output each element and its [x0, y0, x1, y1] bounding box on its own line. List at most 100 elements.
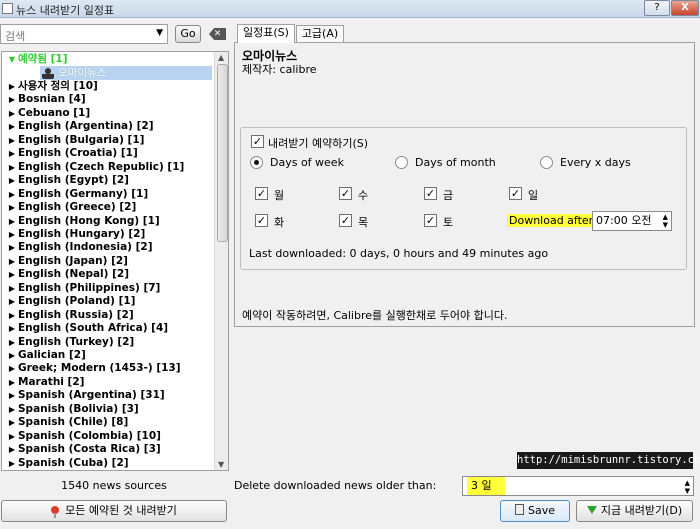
- expand-right-icon[interactable]: ▶: [6, 93, 18, 106]
- radio-days-of-month-label: Days of month: [415, 156, 496, 169]
- tree-item[interactable]: ▶ English (Japan) [2]: [2, 255, 128, 268]
- tree-group-scheduled[interactable]: ▼ 예약됨 [1]: [2, 53, 68, 66]
- expand-right-icon[interactable]: ▶: [6, 309, 18, 322]
- tree-item[interactable]: ▶ Greek; Modern (1453-) [13]: [2, 362, 181, 375]
- tree-item[interactable]: ▶ Bosnian [4]: [2, 93, 86, 106]
- checkbox-fri[interactable]: ✓: [424, 187, 437, 200]
- expand-right-icon[interactable]: ▶: [6, 295, 18, 308]
- delete-older-spinbox[interactable]: 3 일 ▲ ▼: [462, 476, 694, 496]
- expand-right-icon[interactable]: ▶: [6, 403, 18, 416]
- tree-item[interactable]: ▶ English (Indonesia) [2]: [2, 241, 153, 254]
- expand-down-icon[interactable]: ▼: [6, 53, 18, 66]
- search-input[interactable]: 검색 ▼: [0, 24, 168, 44]
- scroll-up-icon[interactable]: ▲: [218, 53, 224, 62]
- tree-item[interactable]: ▶ Marathi [2]: [2, 376, 85, 389]
- expand-right-icon[interactable]: ▶: [6, 215, 18, 228]
- expand-right-icon[interactable]: ▶: [6, 336, 18, 349]
- tree-item[interactable]: ▶ English (Hong Kong) [1]: [2, 215, 160, 228]
- expand-right-icon[interactable]: ▶: [6, 174, 18, 187]
- expand-right-icon[interactable]: ▶: [6, 201, 18, 214]
- go-button[interactable]: Go: [175, 25, 201, 43]
- tree-item[interactable]: ▶ English (Hungary) [2]: [2, 228, 145, 241]
- clear-search-icon[interactable]: ✕: [209, 28, 226, 40]
- tree-item[interactable]: ▶ English (Czech Republic) [1]: [2, 161, 184, 174]
- expand-right-icon[interactable]: ▶: [6, 80, 18, 93]
- expand-right-icon[interactable]: ▶: [6, 188, 18, 201]
- tree-item[interactable]: ▶ Spanish (Costa Rica) [3]: [2, 443, 161, 456]
- tree-item[interactable]: ▶ English (Russia) [2]: [2, 309, 134, 322]
- radio-days-of-week-label: Days of week: [270, 156, 344, 169]
- checkbox-tue[interactable]: ✓: [255, 214, 268, 227]
- tree-item-selected[interactable]: 오마이뉴스: [40, 66, 212, 80]
- tree-item[interactable]: ▶ Spanish (Chile) [8]: [2, 416, 128, 429]
- spinner-icon[interactable]: ▲ ▼: [685, 479, 690, 495]
- person-icon: [42, 67, 54, 79]
- radio-days-of-week[interactable]: [250, 156, 263, 169]
- download-now-button[interactable]: 지금 내려받기(D): [576, 500, 693, 522]
- tree-item[interactable]: ▶ English (Egypt) [2]: [2, 174, 129, 187]
- tab-advanced[interactable]: 고급(A): [296, 25, 344, 42]
- label-mon: 월: [274, 189, 285, 202]
- help-button[interactable]: ?: [644, 0, 670, 16]
- tree-item[interactable]: ▶ Spanish (Argentina) [31]: [2, 389, 165, 402]
- tree-item[interactable]: ▶ 사용자 정의 [10]: [2, 80, 98, 93]
- tree-item[interactable]: ▶ Cebuano [1]: [2, 107, 90, 120]
- tree-item[interactable]: ▶ English (Bulgaria) [1]: [2, 134, 145, 147]
- expand-right-icon[interactable]: ▶: [6, 349, 18, 362]
- expand-right-icon[interactable]: ▶: [6, 268, 18, 281]
- checkbox-sat[interactable]: ✓: [424, 214, 437, 227]
- recipe-tree[interactable]: ▼ 예약됨 [1] 오마이뉴스 ▶ 사용자 정의 [10] ▶ Bosnian [4] ▶…: [1, 51, 229, 471]
- checkbox-mon[interactable]: ✓: [255, 187, 268, 200]
- save-button[interactable]: Save: [500, 500, 570, 522]
- tree-item[interactable]: ▶ English (Philippines) [7]: [2, 282, 160, 295]
- expand-right-icon[interactable]: ▶: [6, 107, 18, 120]
- tree-item[interactable]: ▶ English (South Africa) [4]: [2, 322, 168, 335]
- tree-scrollbar[interactable]: ▲ ▼: [214, 52, 228, 470]
- expand-right-icon[interactable]: ▶: [6, 147, 18, 160]
- radio-every-x-days[interactable]: [540, 156, 553, 169]
- radio-days-of-month[interactable]: [395, 156, 408, 169]
- label-sat: 토: [443, 216, 454, 229]
- tree-item[interactable]: ▶ Galician [2]: [2, 349, 86, 362]
- tree-item[interactable]: ▶ Spanish (Bolivia) [3]: [2, 403, 139, 416]
- checkbox-thu[interactable]: ✓: [339, 214, 352, 227]
- close-button[interactable]: X: [671, 0, 699, 16]
- expand-right-icon[interactable]: ▶: [6, 443, 18, 456]
- expand-right-icon[interactable]: ▶: [6, 416, 18, 429]
- expand-right-icon[interactable]: ▶: [6, 362, 18, 375]
- tree-item[interactable]: ▶ English (Croatia) [1]: [2, 147, 138, 160]
- download-after-time[interactable]: 07:00 오전 ▲ ▼: [592, 211, 672, 231]
- expand-right-icon[interactable]: ▶: [6, 255, 18, 268]
- expand-right-icon[interactable]: ▶: [6, 457, 18, 470]
- expand-right-icon[interactable]: ▶: [6, 228, 18, 241]
- expand-right-icon[interactable]: ▶: [6, 241, 18, 254]
- expand-right-icon[interactable]: ▶: [6, 389, 18, 402]
- tree-item[interactable]: ▶ English (Turkey) [2]: [2, 336, 134, 349]
- tree-item[interactable]: ▶ English (Greece) [2]: [2, 201, 136, 214]
- tab-schedule[interactable]: 일정표(S): [237, 24, 295, 43]
- window-title: 뉴스 내려받기 일정표: [16, 4, 115, 17]
- checkbox-wed[interactable]: ✓: [339, 187, 352, 200]
- spinner-icon[interactable]: ▲ ▼: [663, 213, 668, 229]
- expand-right-icon[interactable]: ▶: [6, 120, 18, 133]
- tree-item[interactable]: ▶ English (Argentina) [2]: [2, 120, 154, 133]
- download-all-scheduled-button[interactable]: 모든 예약된 것 내려받기: [1, 500, 227, 522]
- scroll-down-icon[interactable]: ▼: [218, 460, 224, 469]
- expand-right-icon[interactable]: ▶: [6, 134, 18, 147]
- scrollbar-thumb[interactable]: [217, 64, 228, 242]
- expand-right-icon[interactable]: ▶: [6, 430, 18, 443]
- tree-item[interactable]: ▶ Spanish (Cuba) [2]: [2, 457, 129, 470]
- label-tue: 화: [274, 216, 285, 229]
- expand-right-icon[interactable]: ▶: [6, 376, 18, 389]
- expand-right-icon[interactable]: ▶: [6, 161, 18, 174]
- schedule-checkbox[interactable]: ✓: [251, 135, 264, 148]
- expand-right-icon[interactable]: ▶: [6, 282, 18, 295]
- tree-item[interactable]: ▶ Spanish (Colombia) [10]: [2, 430, 161, 443]
- checkbox-sun[interactable]: ✓: [509, 187, 522, 200]
- schedule-checkbox-label: 내려받기 예약하기(S): [268, 137, 369, 150]
- expand-right-icon[interactable]: ▶: [6, 322, 18, 335]
- tree-item[interactable]: ▶ English (Germany) [1]: [2, 188, 148, 201]
- tree-item[interactable]: ▶ English (Poland) [1]: [2, 295, 136, 308]
- chevron-down-icon[interactable]: ▼: [156, 28, 163, 38]
- tree-item[interactable]: ▶ English (Nepal) [2]: [2, 268, 129, 281]
